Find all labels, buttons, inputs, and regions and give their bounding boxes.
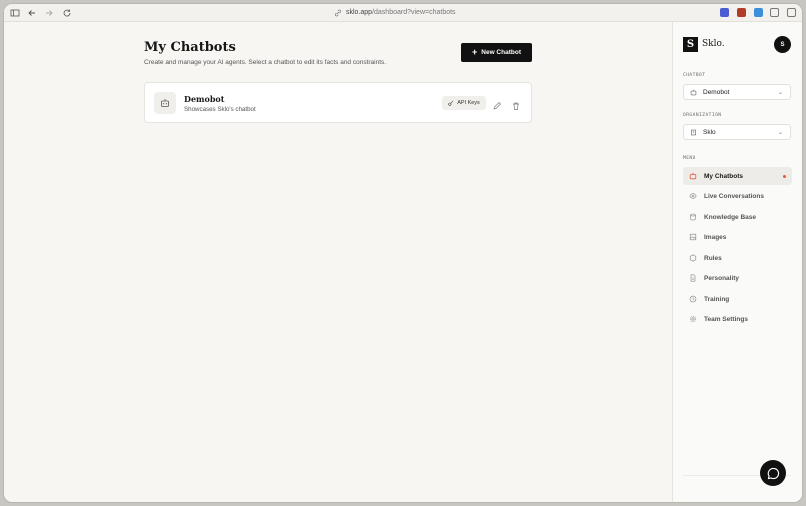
key-icon <box>448 100 454 106</box>
page-subtitle: Create and manage your AI agents. Select… <box>144 59 387 66</box>
address-bar[interactable]: sklo.app/dashboard?view=chatbots <box>334 7 456 19</box>
browser-toolbar: sklo.app/dashboard?view=chatbots <box>4 4 802 22</box>
main-content: My Chatbots Create and manage your AI ag… <box>4 22 672 502</box>
hexagon-icon <box>689 254 697 262</box>
split-view-icon[interactable] <box>787 8 796 17</box>
chatbot-description: Showcases Sklo's chatbot <box>184 106 256 113</box>
logo-text: Sklo. <box>702 39 725 49</box>
browser-window: sklo.app/dashboard?view=chatbots My Chat… <box>4 4 802 502</box>
sidebar-item-personality[interactable]: Personality <box>683 269 792 287</box>
sidebar-toggle-icon[interactable] <box>10 8 20 18</box>
sidebar-item-label: Rules <box>704 254 722 262</box>
extensions-icon[interactable] <box>770 8 779 17</box>
eye-icon <box>689 193 697 199</box>
page-title: My Chatbots <box>144 40 236 55</box>
chat-bubble-icon <box>767 467 779 479</box>
sidebar-item-images[interactable]: Images <box>683 228 792 246</box>
api-keys-label: API Keys <box>457 100 480 106</box>
sidebar-item-label: My Chatbots <box>704 172 743 180</box>
url-path: /dashboard?view=chatbots <box>372 9 456 16</box>
url-host: sklo.app <box>346 9 373 16</box>
building-icon <box>691 129 696 135</box>
sidebar-item-label: Knowledge Base <box>704 213 757 221</box>
gear-icon <box>689 315 697 323</box>
database-icon <box>690 213 696 221</box>
robot-icon <box>689 172 697 180</box>
organization-select[interactable]: Sklo ⌄ <box>683 124 791 140</box>
organization-select-value: Sklo <box>703 128 716 136</box>
plus-icon: + <box>472 47 478 57</box>
document-icon <box>690 274 696 282</box>
sidebar-item-my-chatbots[interactable]: My Chatbots <box>683 167 792 185</box>
sidebar-item-label: Images <box>704 233 727 241</box>
chatbot-select-value: Demobot <box>703 88 730 96</box>
back-icon[interactable] <box>27 8 37 18</box>
new-chatbot-button[interactable]: + New Chatbot <box>461 43 532 62</box>
pencil-icon[interactable] <box>492 98 502 110</box>
organization-section-label: ORGANIZATION <box>683 113 722 118</box>
user-avatar[interactable]: S <box>774 36 791 53</box>
extension-icon[interactable] <box>720 8 729 17</box>
robot-icon <box>690 89 697 95</box>
trash-icon[interactable] <box>511 98 521 110</box>
chat-launcher-button[interactable] <box>760 460 786 486</box>
chevron-down-icon: ⌄ <box>777 130 783 136</box>
chatbot-card[interactable]: Demobot Showcases Sklo's chatbot API Key… <box>144 82 532 123</box>
new-chatbot-label: New Chatbot <box>481 49 521 56</box>
chatbot-section-label: CHATBOT <box>683 73 706 78</box>
sidebar-item-label: Personality <box>704 274 740 282</box>
logo-mark: S <box>683 37 698 52</box>
link-icon <box>334 9 342 17</box>
sidebar-item-live-conversations[interactable]: Live Conversations <box>683 187 792 205</box>
clock-icon <box>689 295 697 303</box>
chatbot-select[interactable]: Demobot ⌄ <box>683 84 791 100</box>
image-icon <box>689 233 697 241</box>
sidebar-item-label: Training <box>704 295 730 303</box>
forward-icon[interactable] <box>44 8 54 18</box>
sidebar-item-rules[interactable]: Rules <box>683 249 792 267</box>
sidebar-item-label: Live Conversations <box>704 192 764 200</box>
extension-icon[interactable] <box>754 8 763 17</box>
sidebar-item-team-settings[interactable]: Team Settings <box>683 310 792 328</box>
api-keys-button[interactable]: API Keys <box>442 96 486 110</box>
sidebar-item-knowledge-base[interactable]: Knowledge Base <box>683 208 792 226</box>
extension-icon[interactable] <box>737 8 746 17</box>
sidebar-item-label: Team Settings <box>704 315 748 323</box>
sidebar-item-training[interactable]: Training <box>683 290 792 308</box>
menu-section-label: MENU <box>683 156 696 161</box>
robot-icon <box>154 92 176 114</box>
active-indicator <box>783 175 786 178</box>
chatbot-name: Demobot <box>184 94 225 104</box>
sidebar: S Sklo. S CHATBOT Demobot ⌄ ORGANIZATION… <box>672 22 802 502</box>
reload-icon[interactable] <box>62 8 72 18</box>
chevron-down-icon: ⌄ <box>777 90 783 96</box>
